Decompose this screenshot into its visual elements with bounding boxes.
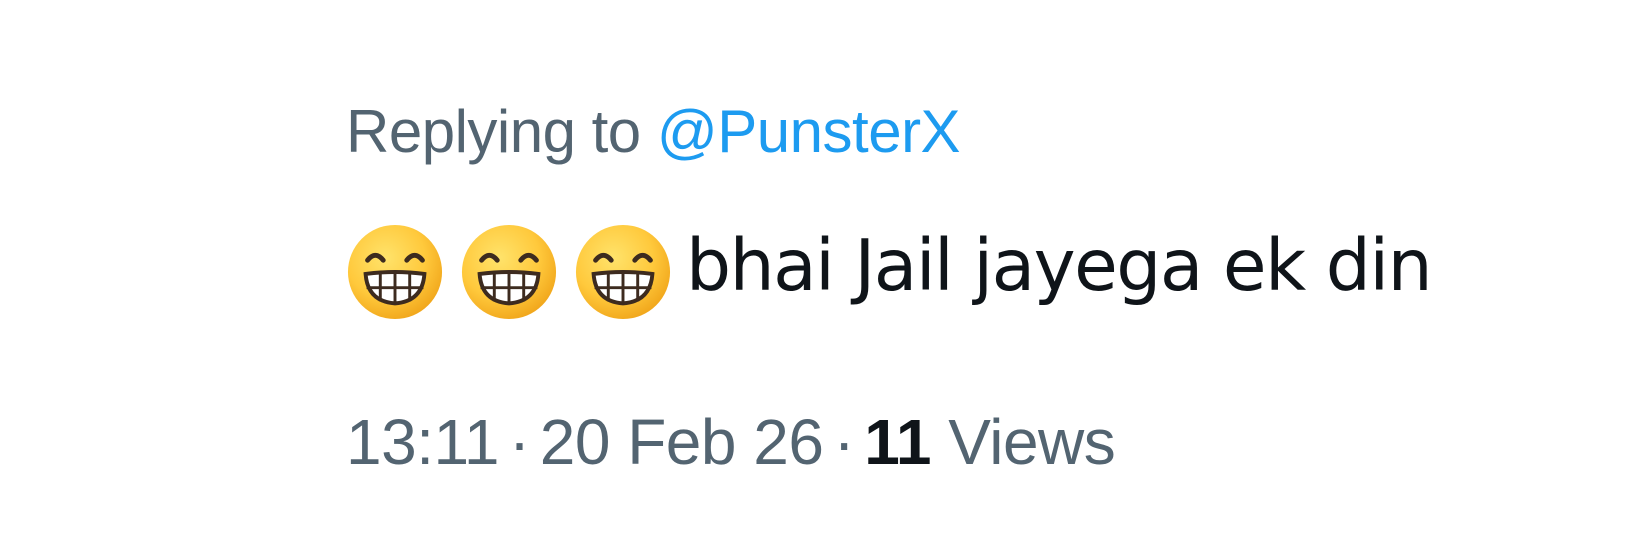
views-label: Views [948, 406, 1116, 478]
grinning-face-with-smiling-eyes-icon [461, 224, 557, 320]
tweet-date[interactable]: 20 Feb 26 [540, 406, 824, 478]
view-count: 11 [864, 406, 931, 478]
tweet-metadata: 13:11 · 20 Feb 26 · 11 Views [346, 404, 1116, 480]
replying-to-line: Replying to @PunsterX [346, 96, 961, 168]
tweet-detail: Replying to @PunsterX bhai Jail jayega e… [346, 0, 1645, 549]
tweet-text: bhai Jail jayega ek din [346, 222, 1433, 322]
tweet-time[interactable]: 13:11 [346, 406, 499, 478]
reply-handle-link[interactable]: @PunsterX [657, 98, 961, 165]
tweet-body-text: bhai Jail jayega ek din [686, 224, 1433, 307]
meta-separator: · [833, 406, 855, 478]
meta-separator: · [508, 406, 530, 478]
replying-to-label: Replying to [346, 98, 641, 165]
grinning-face-with-smiling-eyes-icon [575, 224, 671, 320]
grinning-face-with-smiling-eyes-icon [347, 224, 443, 320]
